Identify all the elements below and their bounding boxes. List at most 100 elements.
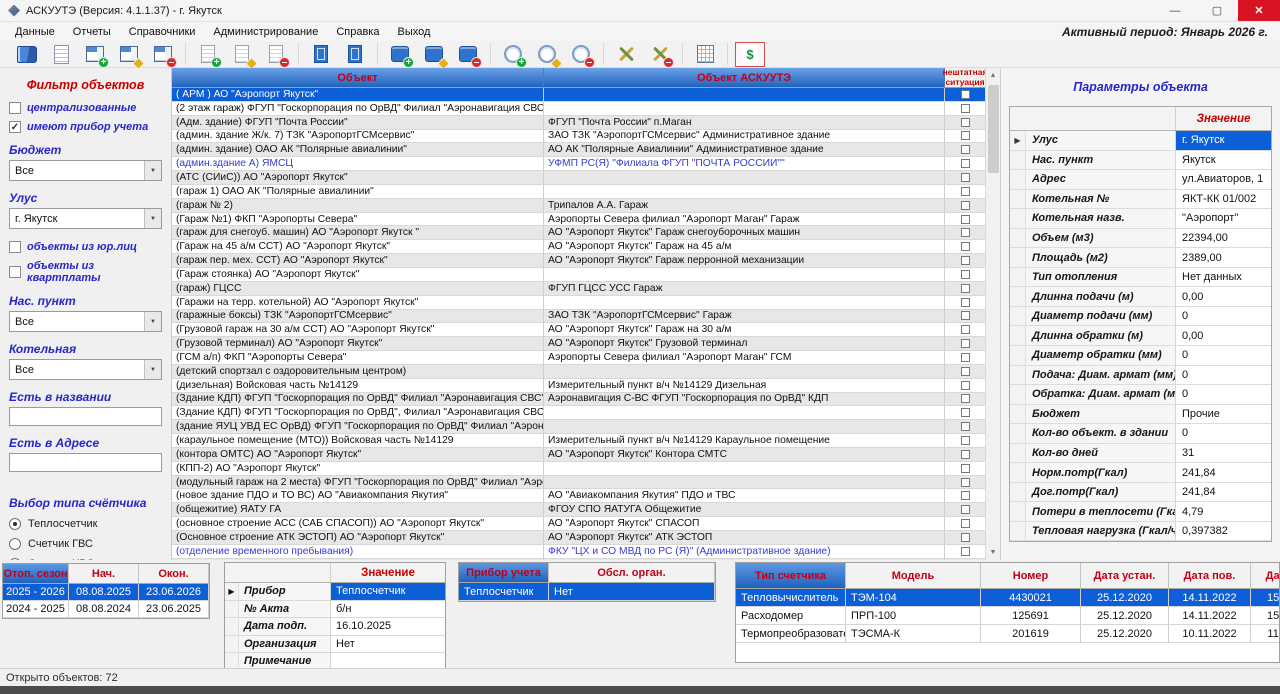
table-row[interactable]: ТермопреобразовательТЭСМА-К20161925.12.2…	[736, 625, 1279, 643]
param-value[interactable]: 241,84	[1176, 463, 1271, 482]
table-row[interactable]: (контора ОМТС) АО "Аэропорт Якутск"АО "А…	[172, 448, 985, 462]
emergency-checkbox[interactable]	[961, 228, 970, 237]
menu-item-3[interactable]: Справочники	[120, 24, 205, 40]
table-row[interactable]: (Гараж №1) ФКП "Аэропорты Севера"Аэропор…	[172, 213, 985, 227]
table-row[interactable]: Дата подп.16.10.2025	[225, 618, 445, 636]
emergency-checkbox[interactable]	[961, 367, 970, 376]
column-header[interactable]: Прибор учета	[459, 563, 549, 583]
param-value[interactable]: ЯКТ-КК 01/002	[1176, 190, 1271, 209]
param-row[interactable]: Кол-во объект. в здании0	[1010, 424, 1271, 444]
param-row[interactable]: Нас. пунктЯкутск	[1010, 151, 1271, 171]
table-row[interactable]: (гараж 1) ОАО АК "Полярные авиалинии"	[172, 185, 985, 199]
param-value[interactable]: г. Якутск	[1176, 131, 1271, 150]
has-meter-checkbox-row[interactable]: ✓ имеют прибор учета	[9, 121, 162, 133]
vertical-scrollbar[interactable]: ▲ ▼	[985, 68, 1000, 560]
has-meter-checkbox[interactable]: ✓	[9, 121, 21, 133]
param-row[interactable]: Дог.потр(Гкал)241,84	[1010, 483, 1271, 503]
table-remove-icon[interactable]: –	[148, 42, 178, 67]
emergency-checkbox[interactable]	[961, 491, 970, 500]
unit-edit-icon[interactable]	[419, 42, 449, 67]
param-row[interactable]: Кол-во дней31	[1010, 444, 1271, 464]
name-search-input[interactable]	[9, 407, 162, 426]
table-row[interactable]: (гараж пер. мех. ССТ) АО "Аэропорт Якутс…	[172, 254, 985, 268]
column-header-emergency[interactable]: нештатная ситуация	[945, 68, 985, 88]
from-rent-checkbox-row[interactable]: объекты из квартплаты	[9, 260, 162, 284]
table-row[interactable]: ТеплосчетчикНет	[459, 583, 715, 601]
table-row[interactable]: (общежитие) ЯАТУ ГАФГОУ СПО ЯАТУГА Общеж…	[172, 503, 985, 517]
table-edit-icon[interactable]	[114, 42, 144, 67]
emergency-checkbox[interactable]	[961, 90, 970, 99]
param-row[interactable]: БюджетПрочие	[1010, 405, 1271, 425]
table-row[interactable]: 2025 - 202608.08.202523.06.2026	[3, 584, 209, 601]
param-value[interactable]: 31	[1176, 444, 1271, 463]
emergency-checkbox[interactable]	[961, 394, 970, 403]
column-header-askuute[interactable]: Объект АСКУУТЭ	[544, 68, 945, 88]
param-row[interactable]: Тип отопленияНет данных	[1010, 268, 1271, 288]
emergency-checkbox[interactable]	[961, 215, 970, 224]
table-row[interactable]: ОрганизацияНет	[225, 636, 445, 654]
object-remove-icon[interactable]: –	[261, 42, 291, 67]
meter-type-radio-1[interactable]: Теплосчетчик	[9, 518, 162, 530]
emergency-checkbox[interactable]	[961, 464, 970, 473]
param-row[interactable]: Тепловая нагрузка (Гкал/ч)0,397382	[1010, 522, 1271, 542]
param-row[interactable]: Диаметр обратки (мм)0	[1010, 346, 1271, 366]
budget-select[interactable]: Все ▼	[9, 160, 162, 181]
chevron-down-icon[interactable]: ▼	[144, 161, 161, 180]
param-row[interactable]: Длинна подачи (м)0,00	[1010, 287, 1271, 307]
param-value[interactable]: 0	[1176, 424, 1271, 443]
table-row[interactable]: ТепловычислительТЭМ-104443002125.12.2020…	[736, 589, 1279, 607]
table-row[interactable]: РасходомерПРП-10012569125.12.202014.11.2…	[736, 607, 1279, 625]
table-row[interactable]: (дизельная) Войсковая часть №14129Измери…	[172, 379, 985, 393]
column-header[interactable]: Модель	[846, 563, 981, 589]
param-value[interactable]: 4,79	[1176, 502, 1271, 521]
table-row[interactable]: (Грузовой терминал) АО "Аэропорт Якутск"…	[172, 337, 985, 351]
table-row[interactable]: (КПП-2) АО "Аэропорт Якутск"	[172, 462, 985, 476]
act-value[interactable]: Теплосчетчик	[331, 583, 445, 600]
from-rent-checkbox[interactable]	[9, 266, 21, 278]
param-value[interactable]: 2389,00	[1176, 248, 1271, 267]
scroll-up-icon[interactable]: ▲	[986, 68, 1000, 83]
emergency-checkbox[interactable]	[961, 436, 970, 445]
emergency-checkbox[interactable]	[961, 298, 970, 307]
table-row[interactable]: (Гаражи на терр. котельной) АО "Аэропорт…	[172, 296, 985, 310]
table-row[interactable]: (основное строение АСС (САБ СПАСОП)) АО …	[172, 517, 985, 531]
emergency-checkbox[interactable]	[961, 311, 970, 320]
emergency-checkbox[interactable]	[961, 422, 970, 431]
param-row[interactable]: Потери в теплосети (Гкал)4,79	[1010, 502, 1271, 522]
param-value[interactable]: 0	[1176, 385, 1271, 404]
param-row[interactable]: Площадь (м2)2389,00	[1010, 248, 1271, 268]
table-row[interactable]: (здание ЯУЦ УВД ЕС ОрВД) ФГУП "Госкорпор…	[172, 420, 985, 434]
param-row[interactable]: Объем (м3)22394,00	[1010, 229, 1271, 249]
param-row[interactable]: Обратка: Диам. армат (мм)0	[1010, 385, 1271, 405]
column-header[interactable]: Дата пов.	[1169, 563, 1251, 589]
param-value[interactable]: Прочие	[1176, 405, 1271, 424]
scroll-down-icon[interactable]: ▼	[986, 545, 1000, 560]
emergency-checkbox[interactable]	[961, 256, 970, 265]
param-row[interactable]: Котельная назв."Аэропорт"	[1010, 209, 1271, 229]
chevron-down-icon[interactable]: ▼	[144, 209, 161, 228]
param-row[interactable]: Котельная №ЯКТ-КК 01/002	[1010, 190, 1271, 210]
column-header[interactable]: Обсл. орган.	[549, 563, 715, 583]
table-row[interactable]: (админ.здание А) ЯМСЦУФМП РС(Я) "Филиала…	[172, 157, 985, 171]
table-row[interactable]: (Здание КДП) ФГУП "Госкорпорация по ОрВД…	[172, 393, 985, 407]
tools-remove-icon[interactable]: –	[645, 42, 675, 67]
journal-icon[interactable]	[12, 42, 42, 67]
param-row[interactable]: Диаметр подачи (мм)0	[1010, 307, 1271, 327]
table-row[interactable]: (Основное строение АТК ЭСТОП) АО "Аэропо…	[172, 531, 985, 545]
param-row[interactable]: Длинна обратки (м)0,00	[1010, 326, 1271, 346]
table-row[interactable]: (караульное помещение (МТО)) Войсковая ч…	[172, 434, 985, 448]
column-header[interactable]: Окон.	[139, 564, 209, 584]
minimize-button[interactable]: —	[1154, 0, 1196, 21]
emergency-checkbox[interactable]	[961, 353, 970, 362]
param-value[interactable]: 0	[1176, 307, 1271, 326]
meter-add-icon[interactable]: +	[498, 42, 528, 67]
param-value[interactable]: 0	[1176, 366, 1271, 385]
object-edit-icon[interactable]	[227, 42, 257, 67]
table-row[interactable]: (админ. здание Ж/к. 7) ТЗК "АэропортГСМс…	[172, 130, 985, 144]
table-row[interactable]: (Адм. здание) ФГУП "Почта России"ФГУП "П…	[172, 116, 985, 130]
param-value[interactable]: 0	[1176, 346, 1271, 365]
settlement-select[interactable]: Все ▼	[9, 311, 162, 332]
table-row[interactable]: (админ. здание) ОАО АК "Полярные авиалин…	[172, 143, 985, 157]
param-value[interactable]: Якутск	[1176, 151, 1271, 170]
table-add-icon[interactable]: +	[80, 42, 110, 67]
